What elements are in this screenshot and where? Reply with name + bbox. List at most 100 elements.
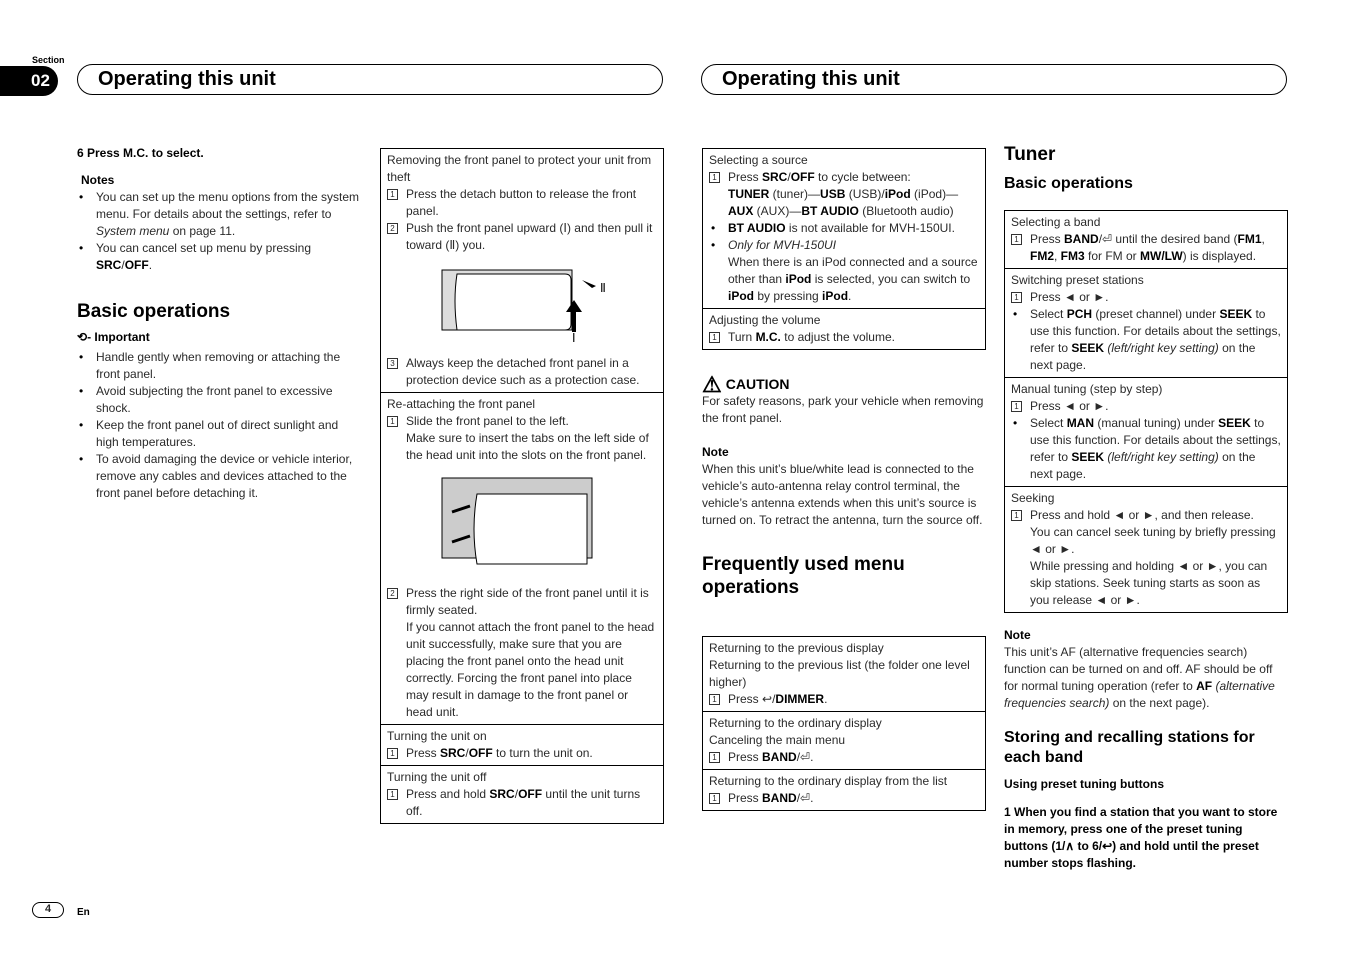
warning-icon: ⚠ — [702, 372, 722, 397]
numbered-step: 3 Always keep the detached front panel in… — [387, 355, 657, 389]
step-number-icon: 1 — [1011, 510, 1022, 521]
section-title: Selecting a band — [1011, 215, 1101, 229]
section-title: Selecting a source — [709, 153, 808, 167]
section-title: Turning the unit off — [387, 770, 487, 784]
section-number: 02 — [0, 66, 58, 96]
section-title: Canceling the main menu — [709, 733, 846, 747]
caution-label: ⚠ CAUTION — [702, 372, 790, 397]
numbered-step: 1 Press ↩/DIMMER. — [709, 691, 979, 708]
step-number-icon: 1 — [387, 748, 398, 759]
attach-panel-illustration — [441, 477, 593, 565]
left-page-title: Operating this unit — [77, 64, 663, 95]
numbered-step: 1 Press SRC/OFF to cycle between: — [709, 169, 979, 186]
paragraph: For safety reasons, park your vehicle wh… — [702, 394, 984, 425]
numbered-step: 1 Press BAND/⏎ until the desired band (FM… — [1011, 231, 1281, 265]
bullet-item: Only for MVH-150UI — [709, 237, 979, 254]
numbered-step: 1 Press SRC/OFF to turn the unit on. — [387, 745, 657, 762]
step-number-icon: 1 — [1011, 292, 1022, 303]
table-section: Adjusting the volume 1 Turn M.C. to adjust… — [703, 308, 985, 349]
numbered-step: 1 Press BAND/⏎. — [709, 790, 979, 807]
bullet-item: Select PCH (preset channel) under SEEK t… — [1011, 306, 1281, 374]
table-section: Returning to the ordinary display from t… — [703, 769, 985, 810]
step-number-icon: 1 — [387, 189, 398, 200]
bullet-item: To avoid damaging the device or vehicle … — [77, 451, 360, 502]
step-number-icon: 2 — [387, 588, 398, 599]
section-title: Re-attaching the front panel — [387, 397, 536, 411]
section-title: Returning to the ordinary display from t… — [709, 774, 948, 788]
section-title: Turning the unit on — [387, 729, 487, 743]
section-heading: Basic operations — [77, 301, 231, 322]
numbered-step: 1 Press ◄ or ►. — [1011, 289, 1281, 306]
column-4-text: Note This unit’s AF (alternative frequenc… — [1004, 619, 1288, 872]
svg-text:Ⅰ: Ⅰ — [572, 331, 576, 342]
illustration: ⅡⅠ — [387, 254, 657, 355]
table-section: Switching preset stations 1Press ◄ or ►.S… — [1005, 268, 1287, 377]
column-4-head: Tuner Basic operations — [1004, 143, 1288, 194]
note-label: Note — [702, 445, 729, 459]
numbered-step: 1 Press and hold SRC/OFF until the unit t… — [387, 786, 657, 820]
step-heading: 6 Press M.C. to select. — [77, 146, 204, 160]
source-table: Selecting a source 1 Press SRC/OFF to cycl… — [702, 148, 986, 350]
numbered-step: 2 Press the right side of the front panel… — [387, 585, 657, 619]
step-note: TUNER (tuner)—USB (USB)/iPod (iPod)—AUX … — [728, 187, 959, 218]
step-note: When there is an iPod connected and a so… — [728, 255, 978, 303]
table-section: Removing the front panel to protect your… — [381, 149, 663, 392]
section-title: Returning to the previous list (the fold… — [709, 658, 970, 689]
important-icon: ⟲ — [77, 330, 88, 344]
numbered-step: 1 Press BAND/⏎. — [709, 749, 979, 766]
front-panel-table: Removing the front panel to protect your… — [380, 148, 664, 824]
column-1: 6 Press M.C. to select. Notes You can set … — [77, 145, 360, 502]
section-title: Adjusting the volume — [709, 313, 821, 327]
step-number-icon: 1 — [709, 332, 720, 343]
numbered-step: 1 Press the detach button to release the … — [387, 186, 657, 220]
section-title: Manual tuning (step by step) — [1011, 382, 1163, 396]
step-number-icon: 1 — [709, 793, 720, 804]
table-section: Returning to the ordinary display Canceli… — [703, 711, 985, 769]
step-note: You can cancel seek tuning by briefly pr… — [1030, 525, 1276, 556]
numbered-step: 1 Press ◄ or ►. — [1011, 398, 1281, 415]
section-title: Seeking — [1011, 491, 1055, 505]
table-section: Selecting a source 1 Press SRC/OFF to cycl… — [703, 149, 985, 308]
step-note: Make sure to insert the tabs on the left… — [406, 431, 649, 462]
table-section: Turning the unit on 1 Press SRC/OFF to tur… — [381, 724, 663, 765]
bullet-item: You can cancel set up menu by pressing S… — [77, 240, 360, 274]
column-3-text: ⚠ CAUTION For safety reasons, park your ve… — [702, 372, 986, 599]
bullet-item: Avoid subjecting the front panel to exce… — [77, 383, 360, 417]
tuner-table: Selecting a band 1 Press BAND/⏎ until the … — [1004, 210, 1288, 613]
table-section: Seeking 1 Press and hold ◄ or ►, and then … — [1005, 486, 1287, 612]
step-number-icon: 2 — [387, 223, 398, 234]
step-number-icon: 1 — [1011, 401, 1022, 412]
section-heading: Frequently used menu operations — [702, 554, 905, 598]
numbered-step: 2 Push the front panel upward (Ⅰ) and the… — [387, 220, 657, 254]
notes-label: Notes — [81, 173, 115, 187]
subsection-heading: Storing and recalling stations for each … — [1004, 729, 1255, 766]
svg-text:Ⅱ: Ⅱ — [600, 281, 606, 295]
step-note: While pressing and holding ◄ or ►, you c… — [1030, 559, 1268, 607]
important-label: ⟲- Important — [77, 330, 150, 344]
step-number-icon: 1 — [387, 416, 398, 427]
note-label: Note — [1004, 628, 1031, 642]
paragraph: When this unit’s blue/white lead is conn… — [702, 462, 983, 527]
table-section: Returning to the previous display Returni… — [703, 637, 985, 711]
section-title: Returning to the previous display — [709, 641, 884, 655]
step-heading: 1 When you find a station that you want … — [1004, 805, 1278, 870]
subsection-heading: Basic operations — [1004, 175, 1133, 192]
table-section: Re-attaching the front panel 1 Slide the f… — [381, 392, 663, 724]
step-number-icon: 3 — [387, 358, 398, 369]
bullet-item: BT AUDIO is not available for MVH-150UI. — [709, 220, 979, 237]
step-number-icon: 1 — [709, 752, 720, 763]
bullet-item: Keep the front panel out of direct sunli… — [77, 417, 360, 451]
bullet-item: Handle gently when removing or attaching… — [77, 349, 360, 383]
paragraph: This unit’s AF (alternative frequencies … — [1004, 645, 1275, 710]
detach-panel-illustration: ⅡⅠ — [441, 269, 606, 345]
language-label: En — [77, 907, 90, 918]
numbered-step: 1 Slide the front panel to the left. — [387, 413, 657, 430]
table-section: Manual tuning (step by step) 1 Press ◄ or … — [1005, 377, 1287, 486]
menu-operations-table: Returning to the previous display Returni… — [702, 636, 986, 811]
section-heading: Tuner — [1004, 144, 1056, 165]
note-label: Using preset tuning buttons — [1004, 777, 1164, 791]
step-note: If you cannot attach the front panel to … — [406, 620, 655, 719]
section-title: Removing the front panel to protect your… — [387, 153, 652, 184]
table-section: Turning the unit off 1 Press and hold SRC/… — [381, 765, 663, 823]
section-title: Returning to the ordinary display — [709, 716, 882, 730]
